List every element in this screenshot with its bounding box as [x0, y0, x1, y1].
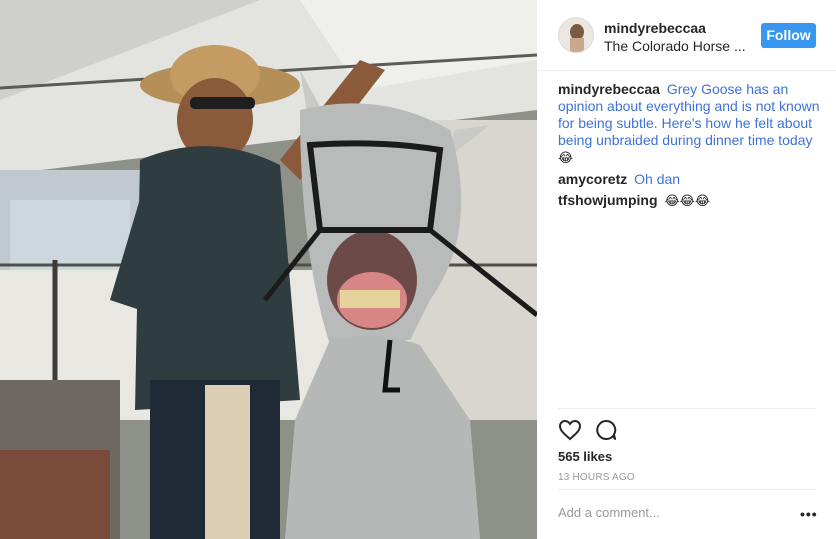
comment-text: Oh dan	[634, 171, 681, 187]
heart-icon[interactable]	[558, 418, 582, 442]
actions-divider	[558, 408, 816, 409]
more-options-icon[interactable]: •••	[800, 506, 818, 522]
laughing-emoji-icon: 😂😂😂	[664, 194, 711, 209]
follow-button[interactable]: Follow	[761, 23, 816, 48]
comment-item: amycoretz Oh dan	[558, 171, 820, 188]
speech-bubble-icon[interactable]	[594, 418, 618, 442]
post-header: mindyrebeccaa The Colorado Horse ... Fol…	[537, 0, 836, 71]
comment-item: mindyrebeccaa Grey Goose has an opinion …	[558, 81, 820, 167]
comment-divider	[558, 489, 816, 490]
comment-username[interactable]: mindyrebeccaa	[558, 81, 660, 97]
comments-list: mindyrebeccaa Grey Goose has an opinion …	[558, 81, 820, 214]
comment-item: tfshowjumping 😂😂😂	[558, 192, 820, 210]
avatar-image	[559, 18, 593, 52]
laughing-emoji-icon: 😂	[558, 151, 574, 166]
comment-username[interactable]: amycoretz	[558, 171, 627, 187]
add-comment-placeholder: Add a comment...	[558, 505, 660, 520]
post-author[interactable]: mindyrebeccaa	[604, 20, 706, 36]
avatar[interactable]	[558, 17, 594, 53]
add-comment-input[interactable]: Add a comment...	[558, 505, 758, 520]
post-photo[interactable]	[0, 0, 537, 539]
horse-photo-illustration	[0, 0, 537, 539]
post-sidebar: mindyrebeccaa The Colorado Horse ... Fol…	[537, 0, 836, 539]
post-timestamp: 13 HOURS AGO	[558, 472, 635, 483]
post-location[interactable]: The Colorado Horse ...	[604, 38, 746, 54]
likes-count[interactable]: 565 likes	[558, 449, 612, 464]
comment-username[interactable]: tfshowjumping	[558, 192, 658, 208]
